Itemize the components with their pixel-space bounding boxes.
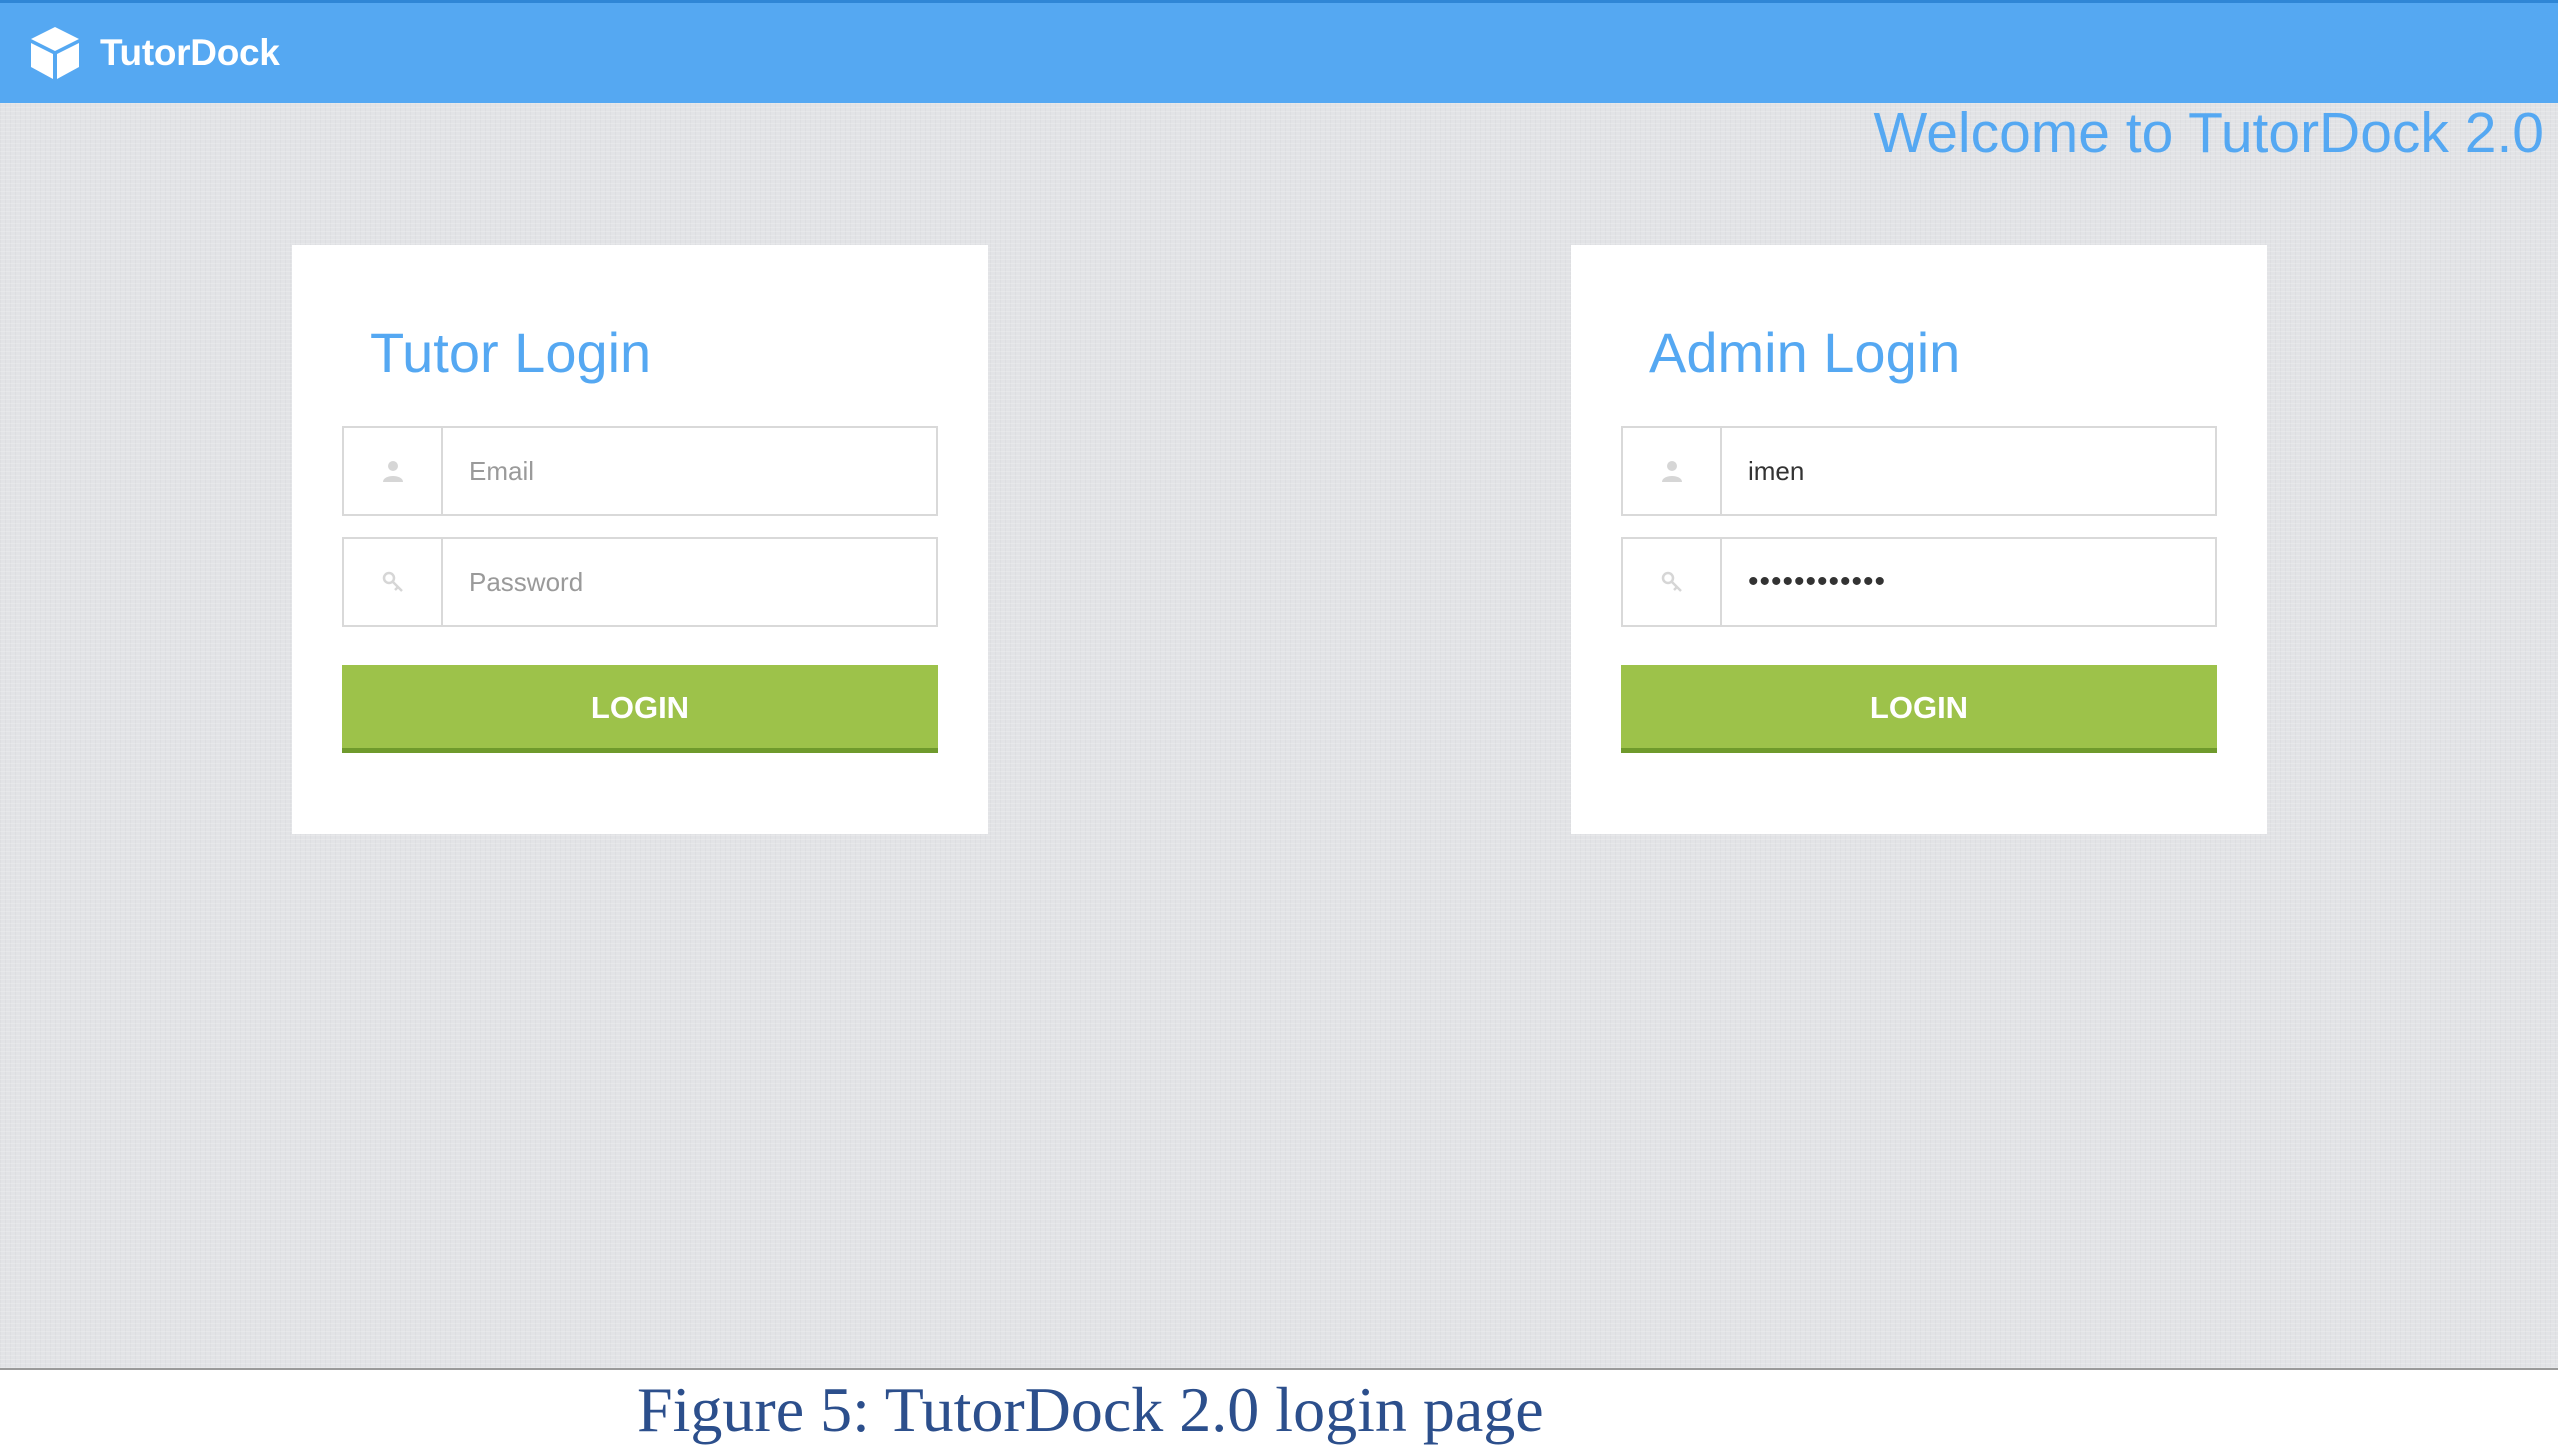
welcome-heading: Welcome to TutorDock 2.0	[1873, 101, 2544, 165]
admin-login-card: Admin Login LOGIN	[1571, 245, 2267, 834]
admin-password-field	[1621, 537, 2217, 627]
key-icon	[344, 539, 443, 625]
tutor-login-card: Tutor Login LOGIN	[292, 245, 988, 834]
tutor-login-button[interactable]: LOGIN	[342, 665, 938, 753]
tutor-password-field	[342, 537, 938, 627]
key-icon	[1623, 539, 1722, 625]
admin-login-button[interactable]: LOGIN	[1621, 665, 2217, 753]
brand-link[interactable]: TutorDock	[26, 23, 280, 83]
admin-password-input[interactable]	[1722, 539, 2215, 625]
cube-icon	[26, 24, 84, 82]
user-icon	[344, 428, 443, 514]
tutor-email-input[interactable]	[443, 428, 936, 514]
tutor-email-field	[342, 426, 938, 516]
admin-login-title: Admin Login	[1649, 321, 1961, 384]
admin-username-input[interactable]	[1722, 428, 2215, 514]
figure-caption: Figure 5: TutorDock 2.0 login page	[637, 1374, 1544, 1445]
brand-name: TutorDock	[100, 32, 280, 73]
app-screen: TutorDock Welcome to TutorDock 2.0 Tutor…	[0, 0, 2558, 1370]
admin-username-field	[1621, 426, 2217, 516]
top-navbar: TutorDock	[0, 0, 2558, 103]
user-icon	[1623, 428, 1722, 514]
tutor-password-input[interactable]	[443, 539, 936, 625]
tutor-login-title: Tutor Login	[370, 321, 652, 384]
